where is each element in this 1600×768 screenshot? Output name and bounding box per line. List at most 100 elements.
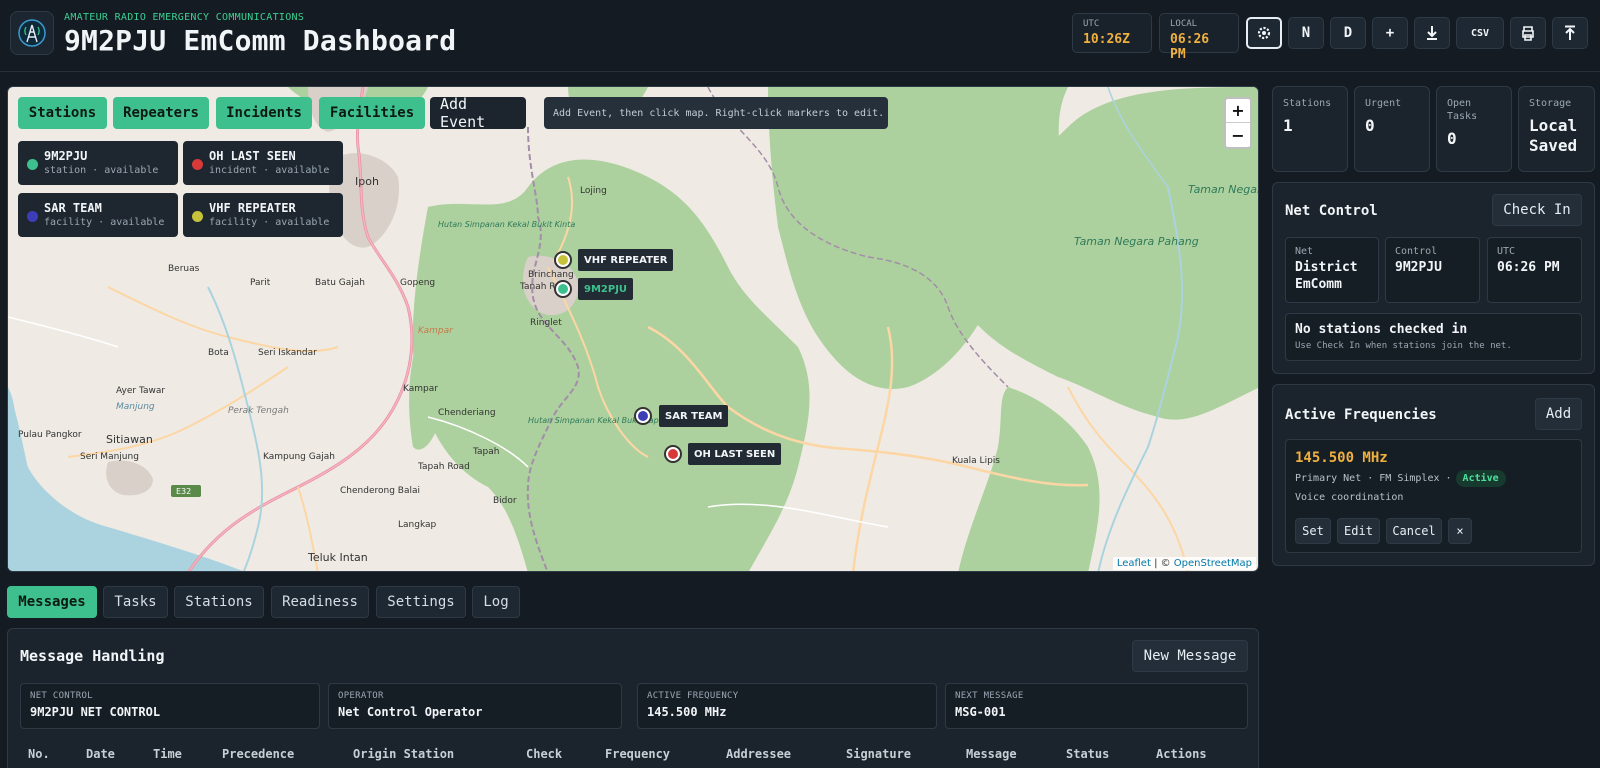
cancel-frequency-button[interactable]: Cancel	[1386, 518, 1442, 544]
legend-item-vhf-repeater[interactable]: VHF REPEATER facility · available	[183, 193, 343, 237]
tab-readiness[interactable]: Readiness	[271, 586, 369, 618]
highway-shield-label: E32	[176, 487, 191, 496]
station-dot-icon	[27, 159, 38, 170]
set-frequency-button[interactable]: Set	[1295, 518, 1331, 544]
repeater-dot-icon	[192, 211, 203, 222]
mini-label: UTC	[1497, 246, 1516, 257]
gear-icon	[1257, 26, 1271, 40]
map-place-gopeng: Gopeng	[400, 278, 435, 288]
marker-oh-last-seen[interactable]	[664, 445, 682, 463]
legend-name: 9M2PJU	[44, 149, 88, 163]
utc-clock-label: UTC	[1083, 19, 1100, 29]
map-place-beruas: Beruas	[168, 264, 200, 274]
field-value: Net Control Operator	[338, 705, 483, 719]
legend-sub: station · available	[44, 165, 159, 176]
frequency-value: 145.500 MHz	[1295, 450, 1388, 466]
map-place-langkap: Langkap	[398, 520, 437, 530]
legend-item-sar-team[interactable]: SAR TEAM facility · available	[18, 193, 178, 237]
layer-facilities-button[interactable]: Facilities	[319, 97, 425, 129]
layer-stations-button[interactable]: Stations	[18, 97, 107, 129]
tab-tasks[interactable]: Tasks	[103, 586, 168, 618]
marker-label-vhf-repeater: VHF REPEATER	[578, 249, 674, 271]
marker-sar-team[interactable]	[634, 407, 652, 425]
map-attribution: Leaflet | © OpenStreetMap	[1112, 557, 1256, 570]
map-place-tapah: Tapah	[472, 447, 499, 457]
legend-item-oh-last-seen[interactable]: OH LAST SEEN incident · available	[183, 141, 343, 185]
net-control-card: Control 9M2PJU	[1385, 237, 1480, 303]
add-event-button[interactable]: Add Event	[430, 95, 526, 131]
legend-name: SAR TEAM	[44, 201, 102, 215]
map-view[interactable]: Ipoh Lojing Beruas Parit Batu Gajah Gope…	[7, 86, 1259, 572]
message-panel-title: Message Handling	[20, 647, 165, 665]
check-in-button[interactable]: Check In	[1492, 194, 1582, 226]
column-header-date[interactable]: Date	[86, 747, 115, 761]
leaflet-link[interactable]: Leaflet	[1117, 558, 1151, 569]
facility-dot-icon	[27, 211, 38, 222]
column-header-status[interactable]: Status	[1066, 747, 1109, 761]
layer-incidents-button[interactable]: Incidents	[216, 97, 312, 129]
tab-messages[interactable]: Messages	[7, 586, 97, 618]
zoom-in-button[interactable]: +	[1226, 99, 1250, 123]
map-place-pulau-pangkor: Pulau Pangkor	[18, 430, 82, 440]
add-frequency-button[interactable]: Add	[1535, 398, 1582, 430]
remove-frequency-button[interactable]: ×	[1448, 518, 1472, 544]
marker-9m2pju[interactable]	[554, 280, 572, 298]
osm-link[interactable]: OpenStreetMap	[1174, 558, 1252, 569]
column-header-precedence[interactable]: Precedence	[222, 747, 294, 761]
tab-stations[interactable]: Stations	[174, 586, 264, 618]
stat-value: 0	[1447, 129, 1457, 148]
column-header-addressee[interactable]: Addressee	[726, 747, 791, 761]
map-place-hutan-kinta: Hutan Simpanan Kekal Bukit Kinta	[438, 220, 575, 229]
add-button[interactable]: +	[1372, 17, 1408, 49]
upload-button[interactable]	[1552, 17, 1588, 49]
csv-export-button[interactable]: CSV	[1456, 17, 1504, 49]
map-place-seri-iskandar: Seri Iskandar	[258, 348, 317, 358]
stat-value: 0	[1365, 116, 1375, 135]
field-value: 145.500 MHz	[647, 705, 727, 719]
tab-settings[interactable]: Settings	[376, 586, 466, 618]
map-place-teluk-intan: Teluk Intan	[307, 551, 368, 564]
net-control-panel: Net Control Check In Net District EmComm…	[1272, 182, 1595, 374]
zoom-out-button[interactable]: −	[1226, 123, 1250, 147]
night-mode-button[interactable]: N	[1288, 17, 1324, 49]
column-header-signature[interactable]: Signature	[846, 747, 911, 761]
download-button[interactable]	[1414, 17, 1450, 49]
facility-marker-icon	[638, 411, 648, 421]
legend-sub: facility · available	[44, 217, 165, 228]
column-header-actions[interactable]: Actions	[1156, 747, 1207, 761]
marker-vhf-repeater[interactable]	[554, 251, 572, 269]
next-message-field: NEXT MESSAGE MSG-001	[945, 683, 1248, 729]
zoom-control: + −	[1224, 97, 1252, 149]
tab-log[interactable]: Log	[472, 586, 520, 618]
print-icon	[1522, 26, 1534, 41]
edit-frequency-button[interactable]: Edit	[1337, 518, 1380, 544]
map-place-taman-negara-malaysia: Taman Negara Malaysia	[1188, 183, 1259, 196]
column-header-frequency[interactable]: Frequency	[605, 747, 670, 761]
frequency-meta: Primary Net · FM Simplex · Active	[1295, 470, 1506, 487]
stat-label: Urgent	[1365, 98, 1402, 109]
net-control-field: NET CONTROL 9M2PJU NET CONTROL	[20, 683, 320, 729]
legend-sub: facility · available	[209, 217, 330, 228]
column-header-time[interactable]: Time	[153, 747, 182, 761]
print-button[interactable]	[1510, 17, 1546, 49]
local-clock-label: LOCAL	[1170, 19, 1198, 29]
active-frequencies-panel: Active Frequencies Add 145.500 MHz Prima…	[1272, 384, 1595, 566]
map-place-ipoh: Ipoh	[355, 175, 379, 188]
legend-item-9m2pju[interactable]: 9M2PJU station · available	[18, 141, 178, 185]
map-place-tapah-road: Tapah Road	[417, 462, 470, 472]
active-frequency-field: ACTIVE FREQUENCY 145.500 MHz	[637, 683, 937, 729]
column-header-check[interactable]: Check	[526, 747, 562, 761]
column-header-origin-station[interactable]: Origin Station	[353, 747, 454, 761]
layer-repeaters-button[interactable]: Repeaters	[113, 97, 209, 129]
new-message-button[interactable]: New Message	[1132, 640, 1248, 672]
map-place-batu-gajah: Batu Gajah	[315, 278, 365, 288]
map-hint: Add Event, then click map. Right-click m…	[544, 97, 888, 129]
column-header-message[interactable]: Message	[966, 747, 1017, 761]
column-header-no[interactable]: No.	[28, 747, 50, 761]
map-place-kampar-district: Kampar	[418, 326, 454, 336]
mini-value: 9M2PJU	[1395, 260, 1442, 275]
day-mode-button[interactable]: D	[1330, 17, 1366, 49]
app-logo	[10, 11, 54, 55]
map-place-kuala-lipis: Kuala Lipis	[952, 456, 1000, 466]
settings-button[interactable]	[1246, 17, 1282, 49]
